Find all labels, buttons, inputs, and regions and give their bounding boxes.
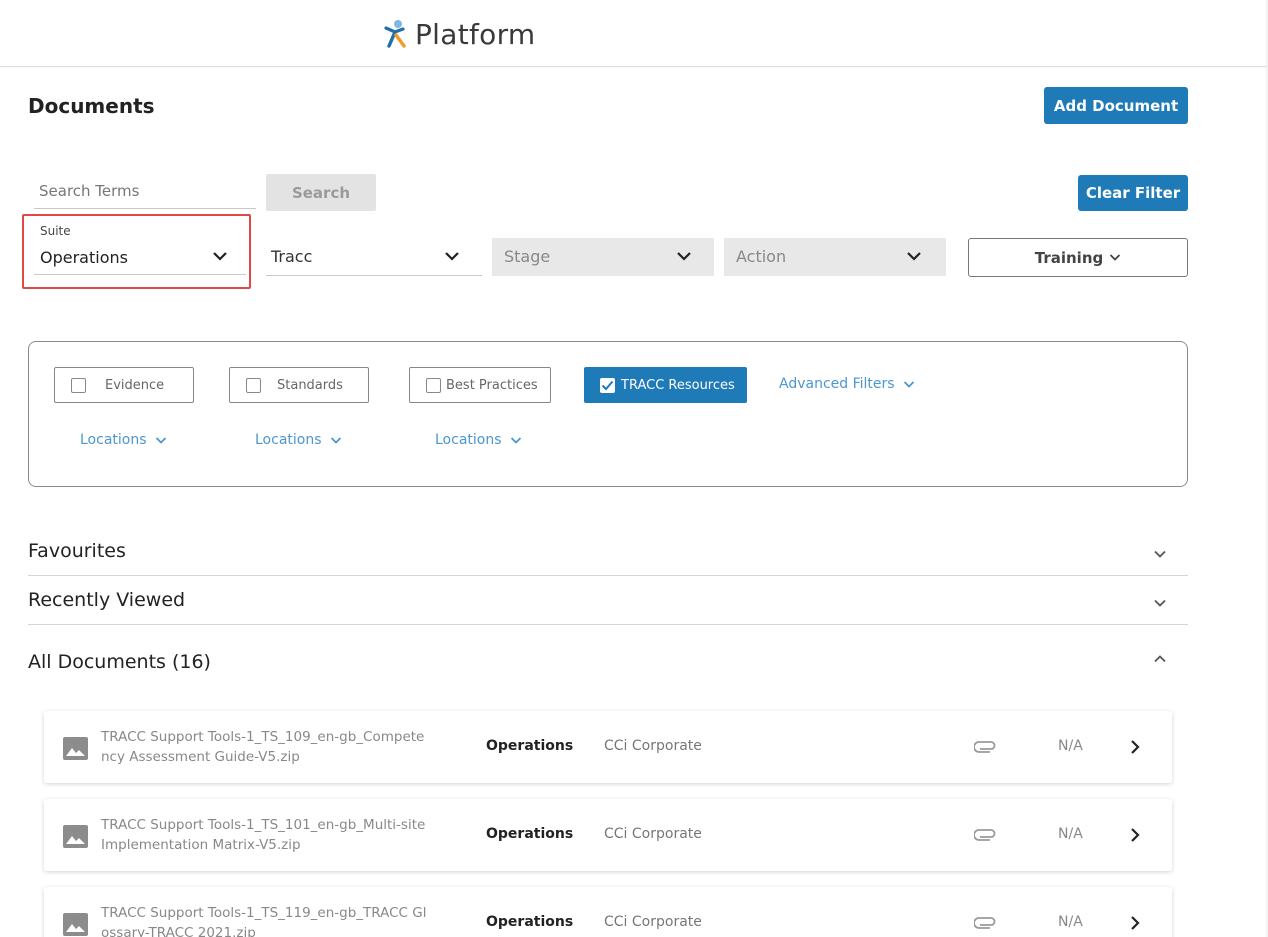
chevron-right-icon[interactable] — [1130, 739, 1140, 755]
stage-select[interactable]: Stage — [492, 238, 714, 276]
tracc-resources-filter-checkbox[interactable]: TRACC Resources — [584, 367, 747, 403]
chevron-down-icon — [1110, 254, 1121, 261]
action-select-value: Action — [736, 247, 787, 266]
paperclip-icon[interactable] — [974, 827, 996, 841]
document-name[interactable]: TRACC Support Tools-1_TS_119_en-gb_TRACC… — [101, 903, 431, 937]
image-icon — [63, 913, 88, 936]
chevron-right-icon[interactable] — [1130, 827, 1140, 843]
evidence-label: Evidence — [105, 377, 165, 393]
paperclip-icon[interactable] — [974, 739, 996, 753]
paperclip-icon[interactable] — [974, 915, 996, 929]
chevron-down-icon — [510, 436, 521, 444]
brand[interactable]: Platform — [383, 16, 535, 52]
document-status: N/A — [1058, 738, 1083, 754]
action-select[interactable]: Action — [724, 238, 946, 276]
document-row[interactable]: TRACC Support Tools-1_TS_119_en-gb_TRACC… — [44, 887, 1172, 937]
training-label: Training — [1034, 248, 1104, 267]
page-title: Documents — [28, 94, 155, 118]
standards-filter-checkbox[interactable]: Standards — [229, 367, 369, 403]
document-name[interactable]: TRACC Support Tools-1_TS_109_en-gb_Compe… — [101, 727, 431, 767]
search-input[interactable] — [34, 174, 256, 209]
document-owner: CCi Corporate — [604, 826, 702, 842]
document-suite: Operations — [486, 914, 574, 930]
advanced-filters-link[interactable]: Advanced Filters — [779, 376, 915, 392]
image-icon — [63, 825, 88, 848]
tracc-select-value: Tracc — [271, 247, 313, 266]
chevron-down-icon — [330, 436, 341, 444]
app-name: Platform — [415, 17, 536, 51]
training-dropdown-button[interactable]: Training — [968, 238, 1188, 277]
chevron-up-icon[interactable] — [1153, 654, 1167, 664]
all-documents-section-header[interactable]: All Documents (16) — [28, 651, 211, 673]
chevron-down-icon — [445, 252, 459, 261]
checkmark-icon — [600, 377, 615, 393]
best-practices-label: Best Practices — [446, 377, 538, 393]
chevron-down-icon[interactable] — [1153, 549, 1167, 559]
divider — [28, 624, 1188, 625]
suite-highlight-box — [22, 214, 251, 289]
document-suite: Operations — [486, 738, 574, 754]
search-button[interactable]: Search — [266, 174, 376, 211]
locations-label: Locations — [80, 432, 147, 448]
standards-label: Standards — [277, 377, 343, 393]
favourites-section-header[interactable]: Favourites — [28, 540, 126, 562]
checkbox-icon — [71, 377, 86, 393]
person-figure-logo-icon — [384, 20, 406, 48]
evidence-locations-link[interactable]: Locations — [80, 432, 167, 448]
clear-filter-button[interactable]: Clear Filter — [1078, 175, 1188, 211]
document-status: N/A — [1058, 826, 1083, 842]
best-practices-filter-checkbox[interactable]: Best Practices — [409, 367, 551, 403]
divider — [28, 575, 1188, 576]
document-owner: CCi Corporate — [604, 738, 702, 754]
standards-locations-link[interactable]: Locations — [255, 432, 342, 448]
checkbox-icon — [426, 377, 441, 393]
document-row[interactable]: TRACC Support Tools-1_TS_109_en-gb_Compe… — [44, 711, 1172, 783]
stage-select-value: Stage — [504, 247, 551, 266]
filter-panel — [28, 341, 1188, 487]
chevron-down-icon — [907, 252, 921, 261]
document-name[interactable]: TRACC Support Tools-1_TS_101_en-gb_Multi… — [101, 815, 431, 855]
document-suite: Operations — [486, 826, 574, 842]
add-document-button[interactable]: Add Document — [1044, 87, 1188, 124]
chevron-right-icon[interactable] — [1130, 915, 1140, 931]
top-bar: Platform — [0, 0, 1268, 67]
image-icon — [63, 737, 88, 760]
chevron-down-icon — [903, 380, 914, 388]
document-row[interactable]: TRACC Support Tools-1_TS_101_en-gb_Multi… — [44, 799, 1172, 871]
chevron-down-icon — [677, 252, 691, 261]
advanced-filters-label: Advanced Filters — [779, 376, 895, 392]
evidence-filter-checkbox[interactable]: Evidence — [54, 367, 194, 403]
locations-label: Locations — [255, 432, 322, 448]
checkbox-icon — [246, 377, 261, 393]
chevron-down-icon[interactable] — [1153, 598, 1167, 608]
tracc-select[interactable]: Tracc — [266, 238, 482, 276]
document-owner: CCi Corporate — [604, 914, 702, 930]
best-practices-locations-link[interactable]: Locations — [435, 432, 522, 448]
recently-viewed-section-header[interactable]: Recently Viewed — [28, 589, 185, 611]
tracc-resources-label: TRACC Resources — [621, 377, 735, 393]
locations-label: Locations — [435, 432, 502, 448]
chevron-down-icon — [155, 436, 166, 444]
document-status: N/A — [1058, 914, 1083, 930]
